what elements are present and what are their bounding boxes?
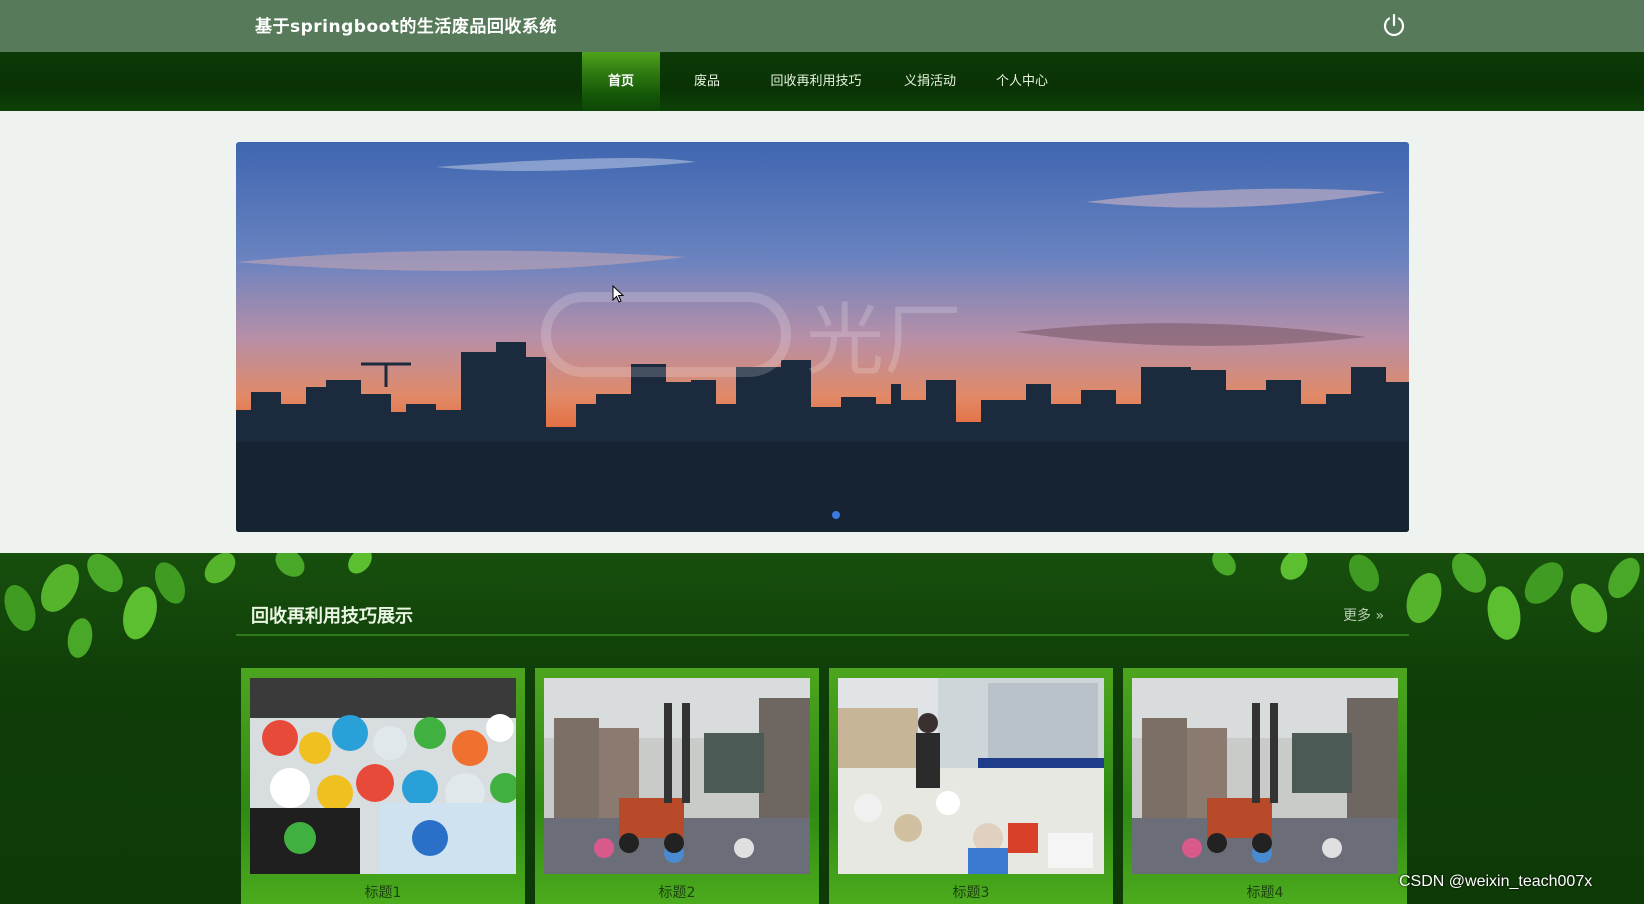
- site-title: 基于springboot的生活废品回收系统: [255, 17, 557, 37]
- more-link[interactable]: 更多 »: [1343, 605, 1384, 625]
- nav-item-waste[interactable]: 废品: [672, 52, 742, 111]
- tip-card-title: 标题3: [952, 885, 990, 901]
- banner-carousel[interactable]: 光厂: [236, 142, 1409, 532]
- more-label: 更多: [1343, 608, 1371, 624]
- nav-item-home[interactable]: 首页: [582, 52, 660, 111]
- nav-item-personal-center[interactable]: 个人中心: [982, 52, 1062, 111]
- leaves-decoration-right: [1204, 550, 1644, 663]
- tip-card-title: 标题2: [658, 885, 696, 901]
- tip-card-3[interactable]: 标题3: [829, 668, 1113, 904]
- nav-item-recycle-tips[interactable]: 回收再利用技巧: [760, 52, 872, 111]
- mouse-cursor-icon: [612, 284, 626, 305]
- nav-item-donation[interactable]: 义捐活动: [890, 52, 970, 111]
- plastic-bottles-image: [250, 678, 516, 874]
- city-skyline-image: 光厂: [236, 142, 1409, 532]
- power-icon[interactable]: [1380, 11, 1408, 39]
- csdn-watermark: CSDN @weixin_teach007x: [1399, 873, 1593, 890]
- forklift-yard-image: [544, 678, 810, 874]
- tip-card-1[interactable]: 标题1: [241, 668, 525, 904]
- double-chevron-right-icon: »: [1375, 608, 1385, 624]
- tip-card-title: 标题4: [1246, 885, 1284, 901]
- svg-text:光厂: 光厂: [806, 296, 962, 386]
- waste-sorting-image: [838, 678, 1104, 874]
- tip-card-4[interactable]: 标题4: [1123, 668, 1407, 904]
- section-divider: [236, 634, 1409, 636]
- main-nav: 首页 废品 回收再利用技巧 义捐活动 个人中心: [0, 52, 1644, 111]
- forklift-yard-image: [1132, 678, 1398, 874]
- section-title: 回收再利用技巧展示: [251, 606, 413, 627]
- tip-card-2[interactable]: 标题2: [535, 668, 819, 904]
- tip-card-title: 标题1: [364, 885, 402, 901]
- top-bar: 基于springboot的生活废品回收系统: [0, 0, 1644, 52]
